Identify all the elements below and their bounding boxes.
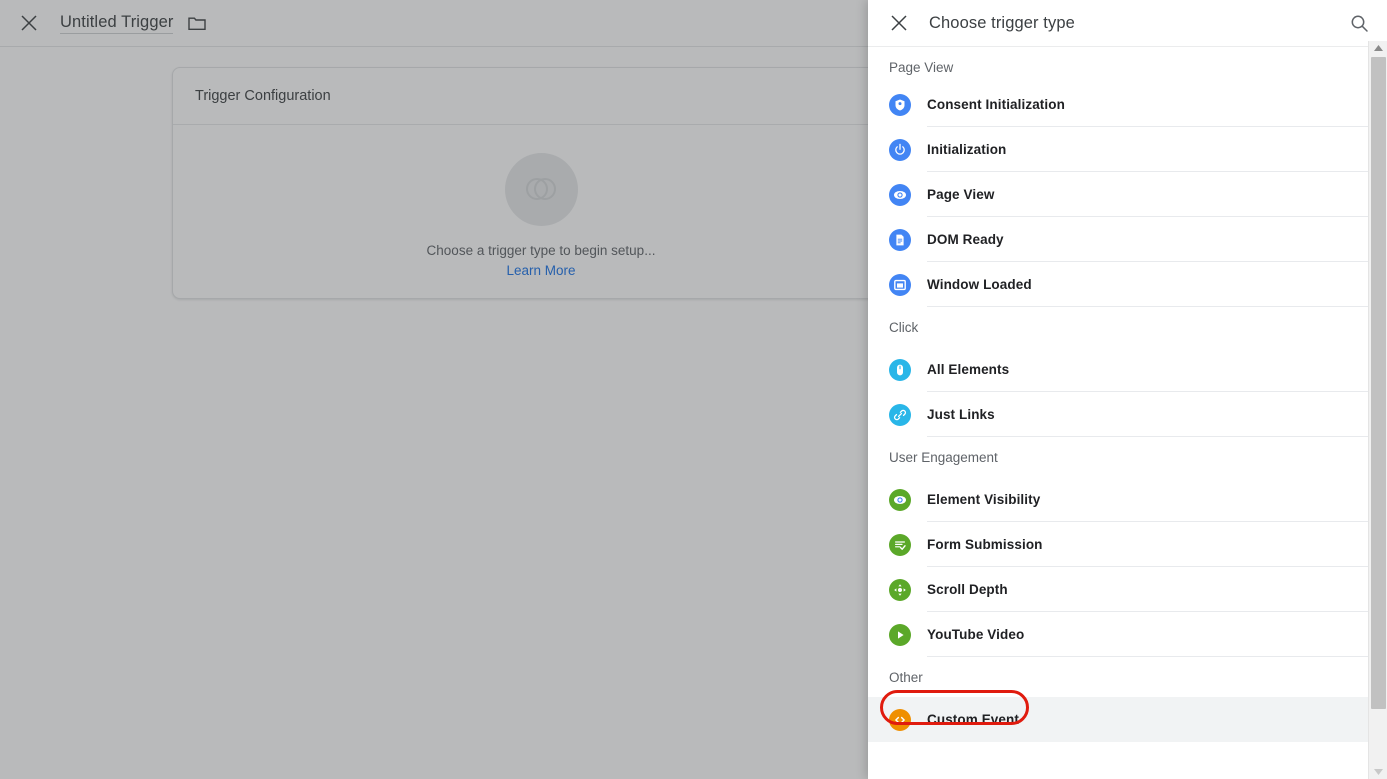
learn-more-link[interactable]: Learn More <box>506 263 575 278</box>
link-icon <box>889 404 911 426</box>
trigger-type-item-initialization[interactable]: Initialization <box>868 127 1368 172</box>
trigger-type-label: Scroll Depth <box>927 582 1008 597</box>
trigger-type-item-youtube-video[interactable]: YouTube Video <box>868 612 1368 657</box>
trigger-placeholder-icon <box>505 153 578 226</box>
trigger-type-label: Consent Initialization <box>927 97 1065 112</box>
shield-check-icon <box>889 94 911 116</box>
trigger-type-label: Element Visibility <box>927 492 1040 507</box>
play-icon <box>889 624 911 646</box>
code-brackets-icon <box>889 709 911 731</box>
trigger-configuration-card: Trigger Configuration Choose a trigger t… <box>172 67 910 299</box>
list-divider <box>927 436 1368 437</box>
trigger-type-item-just-links[interactable]: Just Links <box>868 392 1368 437</box>
mouse-icon <box>889 359 911 381</box>
page-scrollbar[interactable] <box>1368 41 1387 779</box>
eye-icon <box>889 489 911 511</box>
trigger-type-label: Page View <box>927 187 994 202</box>
section-label-click: Click <box>868 307 1368 347</box>
choose-trigger-type-panel: Choose trigger type Page View Consent Ini… <box>868 0 1387 779</box>
trigger-type-item-consent-initialization[interactable]: Consent Initialization <box>868 82 1368 127</box>
trigger-type-item-form-submission[interactable]: Form Submission <box>868 522 1368 567</box>
trigger-type-item-page-view[interactable]: Page View <box>868 172 1368 217</box>
scrollbar-thumb[interactable] <box>1371 57 1386 709</box>
trigger-type-label: Just Links <box>927 407 995 422</box>
trigger-type-label: DOM Ready <box>927 232 1004 247</box>
trigger-type-item-element-visibility[interactable]: Element Visibility <box>868 477 1368 522</box>
close-icon[interactable] <box>16 10 42 36</box>
panel-header: Choose trigger type <box>868 0 1387 47</box>
list-divider <box>927 656 1368 657</box>
trigger-type-item-window-loaded[interactable]: Window Loaded <box>868 262 1368 307</box>
eye-icon <box>889 184 911 206</box>
list-divider <box>927 306 1368 307</box>
trigger-type-label: All Elements <box>927 362 1009 377</box>
trigger-type-item-scroll-depth[interactable]: Scroll Depth <box>868 567 1368 612</box>
window-icon <box>889 274 911 296</box>
trigger-name-field[interactable]: Untitled Trigger <box>60 12 173 34</box>
scroll-up-arrow-icon[interactable] <box>1369 41 1387 55</box>
page-title: Choose trigger type <box>929 14 1345 33</box>
scroll-down-arrow-icon[interactable] <box>1369 765 1387 779</box>
trigger-type-label: Initialization <box>927 142 1006 157</box>
trigger-type-label: Window Loaded <box>927 277 1032 292</box>
search-icon[interactable] <box>1345 9 1373 37</box>
form-check-icon <box>889 534 911 556</box>
folder-icon[interactable] <box>187 13 207 33</box>
trigger-type-item-custom-event[interactable]: Custom Event <box>868 697 1368 742</box>
trigger-type-list[interactable]: Page View Consent Initialization Initializ… <box>868 47 1387 779</box>
trigger-configuration-empty-state: Choose a trigger type to begin setup... … <box>173 125 909 299</box>
trigger-type-label: Custom Event <box>927 712 1019 727</box>
section-label-user-engagement: User Engagement <box>868 437 1368 477</box>
trigger-type-label: Form Submission <box>927 537 1043 552</box>
section-label-other: Other <box>868 657 1368 697</box>
scroll-arrows-icon <box>889 579 911 601</box>
document-icon <box>889 229 911 251</box>
close-icon[interactable] <box>886 10 912 36</box>
trigger-type-item-all-elements[interactable]: All Elements <box>868 347 1368 392</box>
section-label-page-view: Page View <box>868 47 1368 82</box>
trigger-type-item-dom-ready[interactable]: DOM Ready <box>868 217 1368 262</box>
power-icon <box>889 139 911 161</box>
trigger-type-label: YouTube Video <box>927 627 1024 642</box>
empty-state-text: Choose a trigger type to begin setup... <box>427 243 656 258</box>
app-root: Untitled Trigger Trigger Configuration <box>0 0 1387 779</box>
trigger-configuration-header: Trigger Configuration <box>173 68 909 125</box>
